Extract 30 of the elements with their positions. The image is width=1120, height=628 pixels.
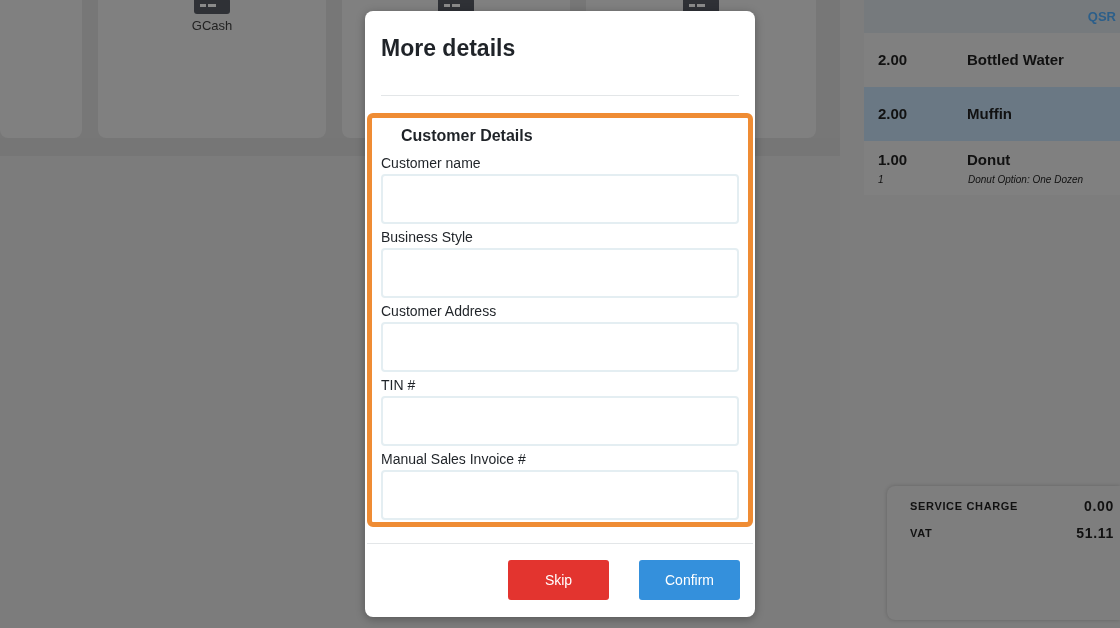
- input-field[interactable]: [381, 396, 739, 446]
- confirm-button[interactable]: Confirm: [639, 560, 740, 600]
- order-row[interactable]: 2.00 Muffin: [864, 87, 1120, 141]
- item-name: Bottled Water: [967, 49, 1064, 70]
- field-label: Customer Address: [381, 302, 498, 321]
- dialog-title: More details: [381, 35, 516, 61]
- input-field[interactable]: [381, 470, 739, 520]
- item-quantity: 2.00: [878, 49, 909, 70]
- field-label: Business Style: [381, 228, 474, 247]
- item-option: Donut Option: One Dozen: [968, 171, 1084, 187]
- payment-label: GCash: [191, 17, 233, 35]
- skip-button[interactable]: Skip: [508, 560, 609, 600]
- total-label: VAT: [910, 526, 933, 542]
- input-field[interactable]: [381, 322, 739, 372]
- item-quantity: 2.00: [878, 103, 909, 124]
- total-value: 51.11: [1076, 524, 1114, 543]
- section-title: Customer Details: [400, 126, 534, 146]
- item-name: Donut: [967, 150, 1011, 171]
- payment-card[interactable]: GCash: [98, 0, 326, 138]
- total-label: SERVICE CHARGE: [910, 499, 1019, 515]
- field-label: Manual Sales Invoice #: [381, 450, 527, 469]
- total-value: 0.00: [1083, 497, 1114, 516]
- field-label: Customer name: [381, 154, 482, 173]
- order-type: QSR: [1087, 7, 1116, 26]
- item-quantity: 1.00: [878, 150, 909, 171]
- input-field[interactable]: [381, 248, 739, 298]
- option-quantity: 1: [878, 172, 885, 187]
- field-label: TIN #: [381, 376, 417, 395]
- input-field[interactable]: [381, 174, 739, 224]
- item-name: Muffin: [967, 103, 1012, 124]
